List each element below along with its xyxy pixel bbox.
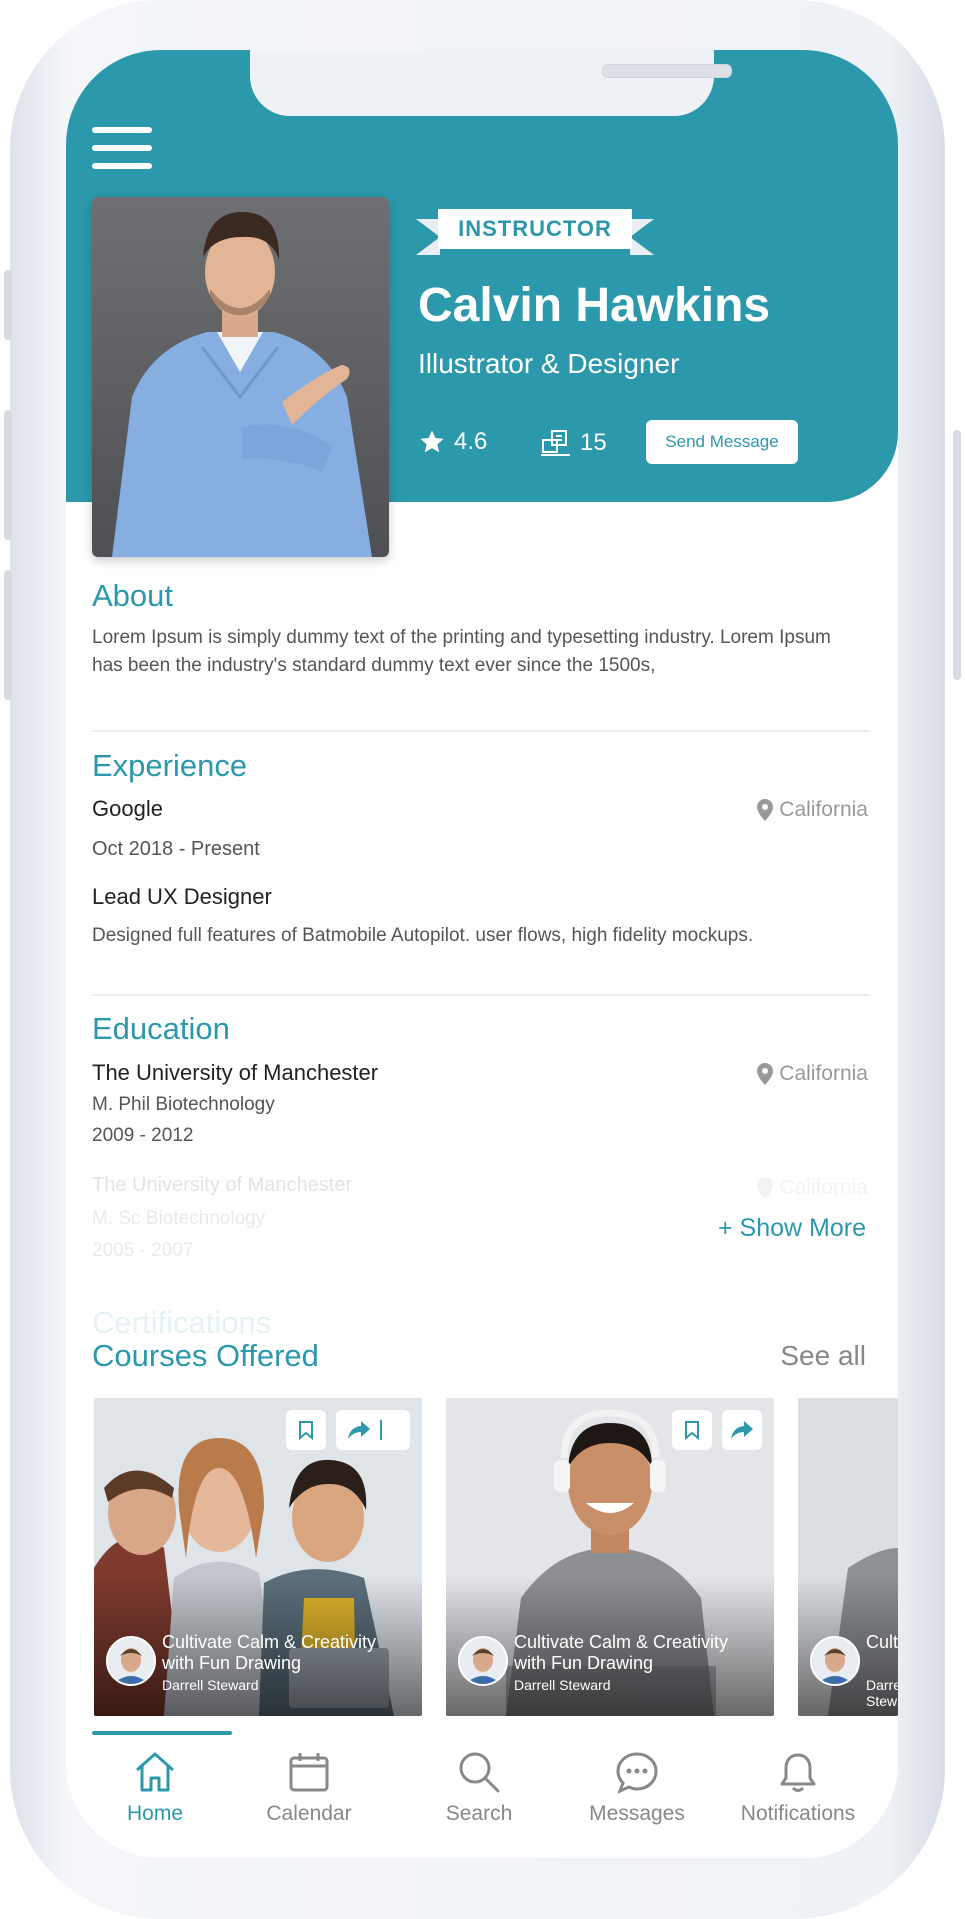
courses-stat: 15 bbox=[540, 428, 607, 458]
author-avatar bbox=[810, 1636, 860, 1686]
experience-position: Lead UX Designer bbox=[92, 884, 272, 909]
education-degree: M. Phil Biotechnology bbox=[92, 1094, 275, 1115]
experience-company: Google bbox=[92, 796, 163, 821]
education-years: 2009 - 2012 bbox=[92, 1125, 194, 1146]
share-button[interactable] bbox=[336, 1410, 410, 1450]
instructor-ribbon: INSTRUCTOR bbox=[416, 209, 656, 255]
course-card[interactable]: Cultivate Calm & Creativity with Fun Dra… bbox=[798, 1398, 898, 1716]
instructor-role: Illustrator & Designer bbox=[418, 348, 680, 379]
screen: INSTRUCTOR Calvin Hawkins Illustrator & … bbox=[66, 50, 898, 1858]
courses-title: Courses Offered bbox=[92, 1338, 319, 1373]
phone-volume-down-button bbox=[4, 570, 12, 700]
education-location: California bbox=[757, 1062, 868, 1086]
tab-search[interactable]: Search bbox=[404, 1750, 554, 1826]
rating-stat: 4.6 bbox=[418, 428, 487, 456]
tab-label: Home bbox=[126, 1802, 184, 1825]
bookmark-button[interactable] bbox=[286, 1410, 326, 1450]
calendar-icon bbox=[289, 1753, 329, 1792]
map-pin-icon bbox=[757, 799, 774, 821]
bell-icon bbox=[780, 1753, 816, 1792]
divider bbox=[92, 994, 870, 996]
tab-notifications[interactable]: Notifications bbox=[718, 1750, 878, 1826]
home-icon bbox=[136, 1752, 174, 1792]
instructor-name: Calvin Hawkins bbox=[418, 279, 771, 332]
tab-messages[interactable]: Messages bbox=[562, 1750, 712, 1826]
course-author: Darrell Steward bbox=[866, 1677, 898, 1709]
courses-count: 15 bbox=[580, 429, 607, 456]
phone-volume-up-button bbox=[4, 410, 12, 540]
star-icon bbox=[420, 430, 444, 453]
instructor-photo bbox=[92, 197, 389, 557]
tab-label: Notifications bbox=[740, 1802, 856, 1825]
course-card[interactable]: Cultivate Calm & Creativity with Fun Dra… bbox=[446, 1398, 774, 1716]
education-school: The University of Manchester bbox=[92, 1060, 379, 1085]
messages-icon bbox=[616, 1752, 658, 1794]
active-tab-indicator bbox=[92, 1731, 232, 1735]
author-avatar bbox=[458, 1636, 508, 1686]
course-title: Cultivate Calm & Creativity with Fun Dra… bbox=[162, 1632, 377, 1673]
education-title: Education bbox=[92, 1011, 230, 1046]
instructor-badge: INSTRUCTOR bbox=[438, 209, 632, 249]
education-degree: M. Sc Biotechnology bbox=[92, 1208, 266, 1229]
divider bbox=[92, 730, 870, 732]
bookmark-icon bbox=[299, 1421, 313, 1440]
share-icon bbox=[348, 1421, 370, 1439]
tab-label: Search bbox=[445, 1802, 513, 1825]
search-icon bbox=[459, 1752, 500, 1793]
tab-home[interactable]: Home bbox=[80, 1750, 230, 1826]
share-icon bbox=[731, 1421, 753, 1439]
education-location-text: California bbox=[779, 1062, 868, 1085]
speaker-grille bbox=[602, 64, 732, 78]
tab-label: Calendar bbox=[266, 1802, 352, 1825]
education-location-text: California bbox=[779, 1176, 868, 1199]
share-button[interactable] bbox=[722, 1410, 762, 1450]
education-years: 2005 - 2007 bbox=[92, 1240, 194, 1261]
experience-title: Experience bbox=[92, 748, 248, 783]
course-card[interactable]: Cultivate Calm & Creativity with Fun Dra… bbox=[94, 1398, 422, 1716]
courses-icon bbox=[541, 430, 570, 456]
bookmark-button[interactable] bbox=[672, 1410, 712, 1450]
experience-location: California bbox=[757, 798, 868, 822]
about-text: Lorem Ipsum is simply dummy text of the … bbox=[92, 627, 831, 676]
map-pin-icon bbox=[757, 1063, 774, 1085]
send-message-button[interactable]: Send Message bbox=[646, 420, 798, 464]
experience-location-text: California bbox=[779, 798, 868, 821]
course-author: Darrell Steward bbox=[514, 1677, 611, 1693]
course-title: Cultivate Calm & Creativity with Fun Dra… bbox=[514, 1632, 729, 1673]
course-author: Darrell Steward bbox=[162, 1677, 259, 1693]
phone-notch bbox=[250, 50, 732, 116]
see-all-button[interactable]: See all bbox=[780, 1340, 866, 1372]
tab-calendar[interactable]: Calendar bbox=[234, 1750, 384, 1826]
hamburger-menu-icon[interactable] bbox=[92, 127, 152, 169]
phone-power-button bbox=[953, 430, 961, 680]
experience-description: Designed full features of Batmobile Auto… bbox=[92, 925, 754, 946]
education-location: California bbox=[757, 1176, 868, 1200]
about-title: About bbox=[92, 578, 174, 613]
experience-period: Oct 2018 - Present bbox=[92, 838, 260, 860]
phone-side-button bbox=[4, 270, 12, 340]
author-avatar bbox=[106, 1636, 156, 1686]
map-pin-icon bbox=[757, 1177, 774, 1199]
rating-value: 4.6 bbox=[454, 428, 488, 455]
tab-label: Messages bbox=[589, 1802, 685, 1825]
show-more-button[interactable]: + Show More bbox=[718, 1214, 866, 1243]
course-title: Cultivate Calm & Creativity with Fun Dra… bbox=[866, 1632, 898, 1652]
education-school: The University of Manchester bbox=[92, 1174, 353, 1196]
bookmark-icon bbox=[685, 1421, 699, 1440]
certifications-title: Certifications bbox=[92, 1305, 272, 1340]
